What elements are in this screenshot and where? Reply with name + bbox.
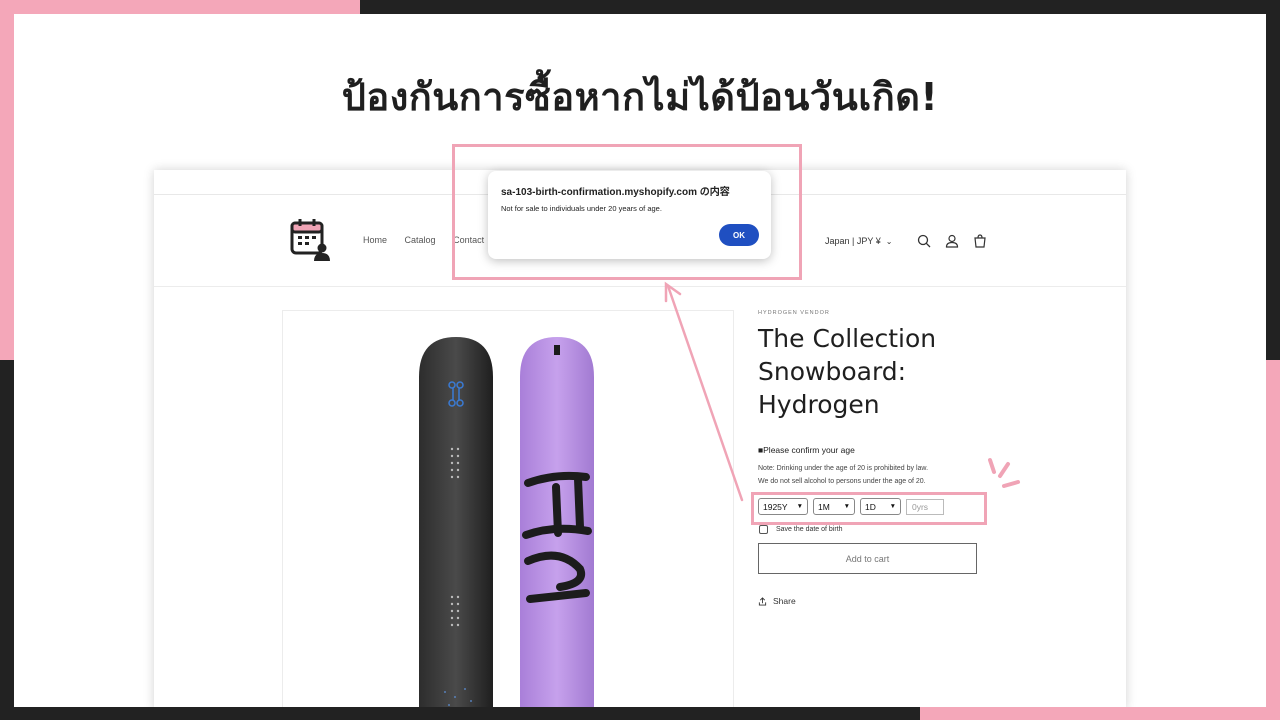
save-birthdate-row[interactable]: Save the date of birth: [758, 525, 1118, 534]
account-icon[interactable]: [944, 233, 960, 249]
product-info: HYDROGEN VENDOR The Collection Snowboard…: [758, 310, 1118, 606]
purple-snowboard-image: [520, 337, 594, 707]
highlight-birthdate-frame: [751, 492, 987, 525]
vendor-label: HYDROGEN VENDOR: [758, 310, 830, 316]
currency-label: Japan | JPY ¥: [825, 236, 881, 246]
save-birthdate-checkbox[interactable]: [759, 525, 768, 534]
chevron-down-icon: ⌄: [885, 236, 893, 246]
share-label: Share: [773, 596, 796, 606]
age-confirm-heading: ■Please confirm your age: [758, 445, 855, 455]
note-line-2: We do not sell alcohol to persons under …: [758, 477, 926, 485]
headline: ป้องกันการซื้อหากไม่ได้ป้อนวันเกิด!: [341, 75, 939, 119]
nav-home[interactable]: Home: [363, 235, 387, 245]
note-line-1: Note: Drinking under the age of 20 is pr…: [758, 465, 929, 472]
share-button[interactable]: Share: [758, 596, 1118, 606]
product-title: The Collection Snowboard: Hydrogen: [758, 324, 937, 419]
slide-card: ป้องกันการซื้อหากไม่ได้ป้อนวันเกิด! Home…: [14, 14, 1266, 707]
nav-catalog[interactable]: Catalog: [405, 235, 436, 245]
header-actions: Japan | JPY ¥ ⌄: [825, 231, 988, 251]
save-birthdate-label: Save the date of birth: [776, 526, 843, 533]
add-to-cart-button[interactable]: Add to cart: [758, 543, 977, 574]
share-icon: [758, 596, 767, 606]
black-snowboard-image: [419, 337, 493, 707]
cart-icon[interactable]: [972, 233, 988, 249]
currency-selector[interactable]: Japan | JPY ¥ ⌄: [825, 236, 892, 246]
age-note: Note: Drinking under the age of 20 is pr…: [758, 463, 1118, 488]
highlight-dialog-frame: [452, 144, 802, 280]
search-icon[interactable]: [916, 233, 932, 249]
calendar-user-logo-icon[interactable]: [290, 217, 332, 263]
product-gallery: [282, 310, 734, 707]
